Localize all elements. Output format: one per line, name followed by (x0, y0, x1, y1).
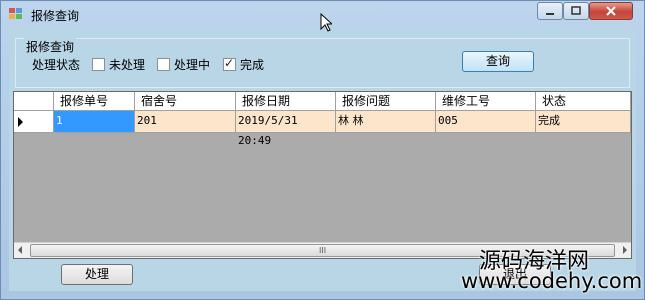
table-cell-status[interactable]: 完成 (536, 111, 631, 133)
results-grid[interactable]: 报修单号 宿舍号 报修日期 报修问题 维修工号 状态 1 201 2019/5/… (13, 91, 632, 259)
maximize-icon (571, 6, 581, 15)
column-header-order-no[interactable]: 报修单号 (54, 92, 135, 111)
status-label: 处理状态 (32, 58, 81, 72)
checkbox-processing[interactable] (157, 58, 170, 71)
table-cell-dorm-no[interactable]: 201 (135, 111, 236, 133)
close-icon (606, 6, 616, 16)
checkbox-unprocessed[interactable] (92, 58, 105, 71)
column-header-status[interactable]: 状态 (536, 92, 631, 111)
checkbox-unprocessed-label[interactable]: 未处理 (109, 56, 145, 73)
query-button[interactable]: 查询 (462, 51, 534, 72)
column-header-worker-id[interactable]: 维修工号 (436, 92, 536, 111)
table-cell-report-date[interactable]: 2019/5/31 20:49 (236, 111, 336, 147)
row-header[interactable] (14, 111, 54, 133)
app-icon (9, 8, 23, 20)
current-row-arrow-icon (18, 117, 23, 127)
filter-group-title: 报修查询 (24, 38, 77, 55)
scrollbar-grip: III (319, 246, 327, 255)
table-cell-problem[interactable]: 林 林 (336, 111, 436, 133)
column-header-report-date[interactable]: 报修日期 (236, 92, 336, 111)
mouse-pointer-icon (320, 13, 332, 32)
column-header-problem[interactable]: 报修问题 (336, 92, 436, 111)
filter-groupbox: 报修查询 处理状态 未处理 处理中 完成 查询 (15, 38, 630, 88)
grid-corner-header[interactable] (14, 92, 54, 111)
close-button[interactable] (589, 2, 633, 20)
minimize-button[interactable] (537, 2, 563, 20)
scroll-left-icon[interactable] (18, 246, 22, 254)
window-title: 报修查询 (31, 9, 80, 23)
checkbox-processing-label[interactable]: 处理中 (174, 56, 210, 73)
process-button[interactable]: 处理 (61, 264, 133, 285)
report-query-window: 报修查询 报修查询 处理状态 未处理 处理中 完成 查询 报修单号 宿舍号 (0, 0, 645, 300)
table-cell-worker-id[interactable]: 005 (436, 111, 536, 133)
minimize-icon (546, 13, 554, 15)
table-cell-order-no[interactable]: 1 (54, 111, 135, 133)
scroll-right-icon[interactable] (623, 246, 627, 254)
checkbox-completed-label[interactable]: 完成 (240, 56, 264, 73)
watermark-line2: www.codehy.com (461, 269, 643, 293)
column-header-dorm-no[interactable]: 宿舍号 (135, 92, 236, 111)
maximize-button[interactable] (563, 2, 589, 20)
checkbox-completed[interactable] (223, 56, 236, 71)
